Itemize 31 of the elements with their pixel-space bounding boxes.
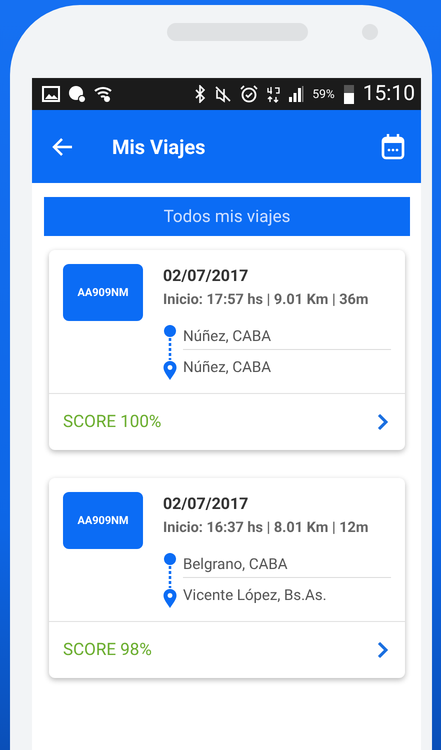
clock-time: 15:10 xyxy=(362,84,415,104)
back-icon[interactable] xyxy=(52,136,74,156)
screen-title: Mis Viajes xyxy=(112,134,206,158)
trip-details: Inicio: 17:57 hs | 9.01 Km | 36m xyxy=(163,291,370,310)
trip-details: Inicio: 16:37 hs | 8.01 Km | 12m xyxy=(163,519,370,538)
all-trips-button[interactable]: Todos mis viajes xyxy=(44,197,410,236)
origin-place: Núñez, CABA xyxy=(183,323,391,350)
route-line-drawing xyxy=(163,323,177,382)
chevron-right-icon[interactable] xyxy=(377,413,389,432)
trip-card[interactable]: AA909NM 02/07/2017 Inicio: 16:37 hs | 8.01 Km | 12m Belgrano, CABA Vicente López, Bs.As. SCORE 98% xyxy=(49,478,405,678)
wifi-icon xyxy=(94,85,112,103)
trip-score: SCORE 100% xyxy=(63,412,162,432)
trip-card[interactable]: AA909NM 02/07/2017 Inicio: 17:57 hs | 9.01 Km | 36m Núñez, CABA Núñez, CABA SCORE 100% xyxy=(49,250,405,450)
trip-score: SCORE 98% xyxy=(63,640,152,660)
calendar-icon[interactable] xyxy=(381,132,405,160)
battery-percent: 59% xyxy=(312,88,335,100)
origin-place: Belgrano, CABA xyxy=(183,551,391,578)
route-line-drawing xyxy=(163,551,177,610)
battery-icon xyxy=(342,84,355,104)
alarm-icon xyxy=(240,85,258,103)
image-icon xyxy=(42,85,60,103)
signal-icon xyxy=(288,85,304,103)
trip-date: 02/07/2017 xyxy=(163,494,250,514)
chevron-right-icon[interactable] xyxy=(377,641,389,660)
plate-badge: AA909NM xyxy=(63,264,143,321)
plate-badge: AA909NM xyxy=(63,492,143,550)
bluetooth-icon xyxy=(194,85,206,103)
trip-date: 02/07/2017 xyxy=(163,266,250,285)
destination-place: Núñez, CABA xyxy=(183,357,272,378)
destination-place: Vicente López, Bs.As. xyxy=(183,585,328,606)
mute-icon xyxy=(214,85,232,103)
